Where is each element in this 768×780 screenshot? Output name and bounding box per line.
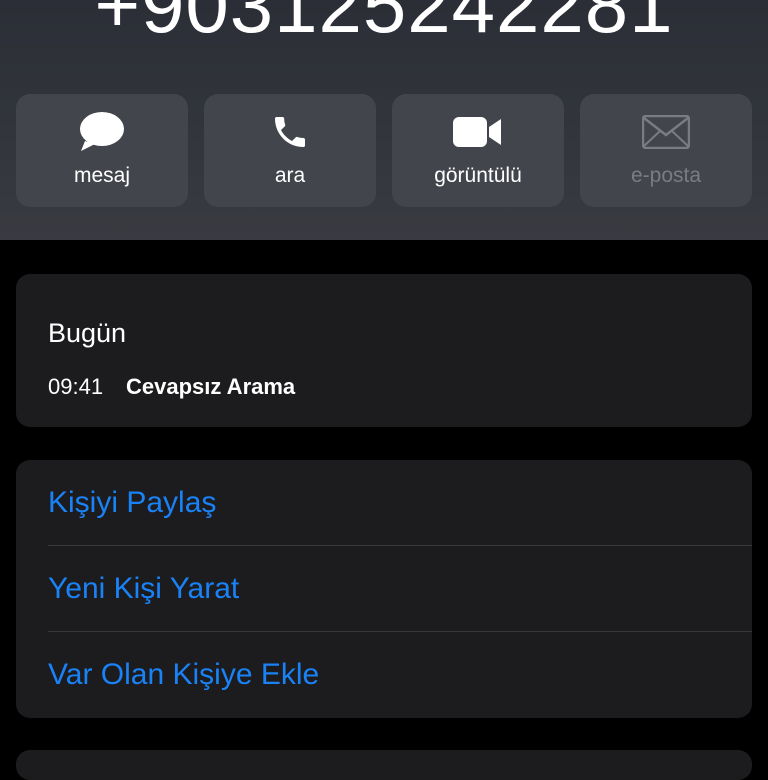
message-button[interactable]: mesaj bbox=[16, 94, 188, 207]
email-button[interactable]: e-posta bbox=[580, 94, 752, 207]
message-button-label: mesaj bbox=[73, 164, 131, 187]
email-button-label: e-posta bbox=[630, 164, 702, 187]
contact-header: +903125242281 mesaj ara görüntülü e-post… bbox=[0, 0, 768, 240]
call-history-card: Bugün 09:41 Cevapsız Arama bbox=[16, 274, 752, 427]
video-call-button-label: görüntülü bbox=[434, 164, 522, 187]
create-new-contact-link[interactable]: Yeni Kişi Yarat bbox=[48, 546, 752, 632]
history-time: 09:41 bbox=[48, 374, 104, 399]
video-call-button[interactable]: görüntülü bbox=[392, 94, 564, 207]
history-day: Bugün bbox=[48, 318, 127, 348]
call-button[interactable]: ara bbox=[204, 94, 376, 207]
share-contact-link[interactable]: Kişiyi Paylaş bbox=[48, 460, 752, 546]
phone-number: +903125242281 bbox=[94, 0, 674, 49]
phone-icon bbox=[204, 112, 376, 152]
message-bubble-icon bbox=[16, 112, 188, 152]
contact-actions-card: Kişiyi Paylaş Yeni Kişi Yarat Var Olan K… bbox=[16, 460, 752, 718]
call-button-label: ara bbox=[274, 164, 306, 187]
envelope-icon bbox=[580, 112, 752, 152]
next-card bbox=[16, 750, 752, 780]
add-to-existing-contact-link[interactable]: Var Olan Kişiye Ekle bbox=[48, 632, 752, 718]
video-camera-icon bbox=[392, 112, 564, 152]
history-status: Cevapsız Arama bbox=[126, 374, 296, 399]
